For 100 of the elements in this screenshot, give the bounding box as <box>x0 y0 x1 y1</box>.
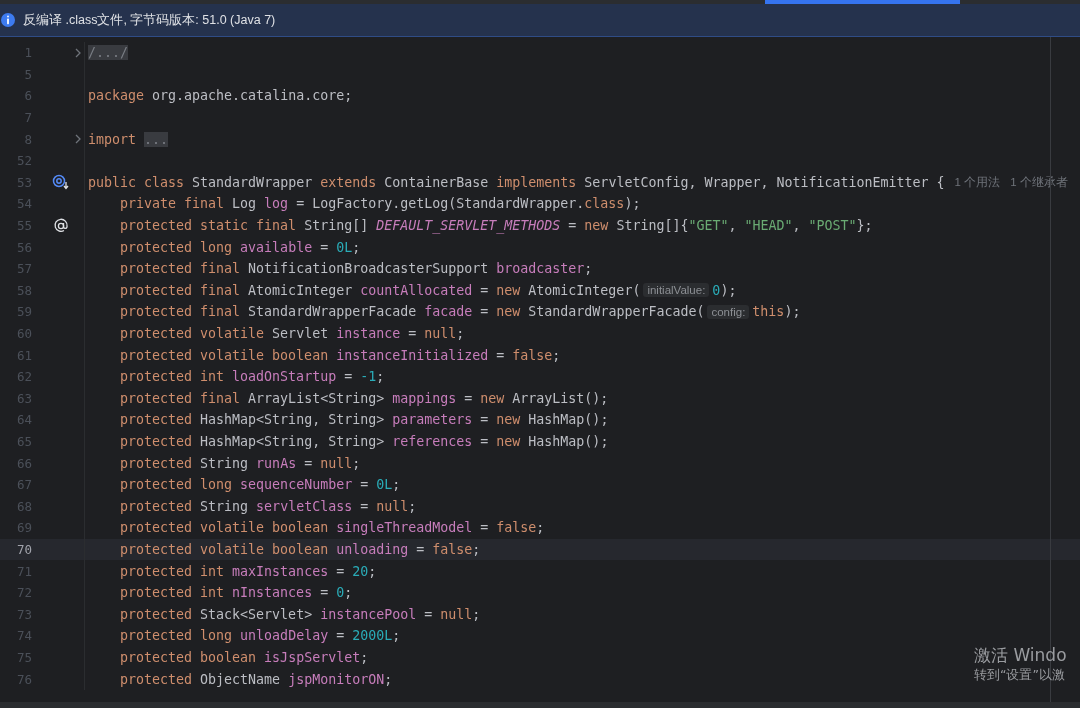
code-field: jspMonitorON <box>288 671 385 687</box>
code-text: = <box>407 326 418 341</box>
code-text: NotificationBroadcasterSupport <box>248 261 490 277</box>
code-keyword: null <box>376 498 409 514</box>
code-text: = <box>359 477 370 493</box>
code-number: -1 <box>360 369 377 385</box>
code-keyword: protected volatile boolean <box>120 347 330 363</box>
code-text: ArrayList<String> <box>248 390 386 406</box>
code-text: = <box>495 347 506 363</box>
at-sign-icon[interactable] <box>53 217 69 234</box>
code-keyword: protected long <box>120 239 234 255</box>
code-string: "GET" <box>688 218 729 234</box>
code-field: nInstances <box>232 585 313 601</box>
code-text: ; <box>584 261 593 277</box>
info-icon <box>1 13 15 27</box>
code-text: = <box>303 455 314 471</box>
code-keyword: protected boolean <box>120 649 258 665</box>
code-text: = <box>479 434 490 449</box>
code-keyword: protected <box>120 606 194 622</box>
code-text: ObjectName <box>200 671 282 687</box>
code-text: StandardWrapperFacade( <box>528 304 705 320</box>
code-text: ); <box>720 282 737 298</box>
code-text: = LogFactory.getLog(StandardWrapper. <box>295 196 585 212</box>
code-keyword: null <box>320 455 353 471</box>
code-text: = <box>479 282 490 298</box>
code-text: ArrayList(); <box>512 390 609 406</box>
code-text: = <box>319 239 330 255</box>
code-field: loadOnStartup <box>232 369 337 385</box>
folded-region[interactable]: /.../ <box>88 45 129 61</box>
code-field: unloadDelay <box>240 628 329 644</box>
implemented-method-icon[interactable] <box>52 174 70 191</box>
usage-hint[interactable]: 1 个用法 <box>954 174 1001 190</box>
expand-chevron-icon[interactable] <box>74 134 82 145</box>
code-text: StandardWrapperFacade <box>248 304 418 320</box>
code-keyword: protected int <box>120 585 226 601</box>
code-text: = <box>359 498 370 514</box>
code-text: Servlet <box>272 326 330 341</box>
code-text: ; <box>536 520 545 536</box>
code-keyword: protected final <box>120 282 242 298</box>
code-text: Stack<Servlet> <box>200 606 314 622</box>
code-keyword: protected volatile <box>120 326 266 341</box>
parameter-hint: config: <box>707 304 750 319</box>
code-number: 0 <box>712 282 721 298</box>
code-field: runAs <box>256 455 297 471</box>
code-keyword: implements <box>496 174 578 190</box>
code-field: instancePool <box>320 606 417 622</box>
code-number: 0L <box>336 239 353 255</box>
code-text: HashMap(); <box>528 434 609 449</box>
code-keyword: protected long <box>120 477 234 493</box>
code-text: = <box>479 412 490 428</box>
code-keyword: false <box>512 347 553 363</box>
code-field: servletClass <box>256 498 353 514</box>
code-text: ; <box>392 477 401 493</box>
code-text: ; <box>352 239 361 255</box>
code-text: ServletConfig, Wrapper, NotificationEmitter { <box>584 174 945 190</box>
code-text: = <box>319 585 330 601</box>
code-constant: DEFAULT_SERVLET_METHODS <box>376 218 561 234</box>
code-field: broadcaster <box>496 261 585 277</box>
code-text: }; <box>856 218 873 234</box>
code-text: ; <box>384 671 393 687</box>
code-text: = <box>479 304 490 320</box>
code-text: = <box>423 606 434 622</box>
code-field: unloading <box>336 541 409 557</box>
code-text: org.apache.catalina.core; <box>152 88 353 104</box>
code-text: ; <box>368 563 377 579</box>
code-text: HashMap<String, String> <box>200 412 386 428</box>
code-keyword: class <box>584 196 625 212</box>
code-field: mappings <box>392 390 457 406</box>
code-keyword: protected long <box>120 628 234 644</box>
code-number: 0L <box>376 477 393 493</box>
code-text: Log <box>232 196 258 212</box>
code-field: maxInstances <box>232 563 329 579</box>
code-field: facade <box>424 304 473 320</box>
code-keyword: new <box>584 218 610 234</box>
code-text: = <box>335 628 346 644</box>
code-number: 20 <box>352 563 369 579</box>
code-text: ; <box>472 606 481 622</box>
expand-chevron-icon[interactable] <box>74 47 82 58</box>
folded-region[interactable]: ... <box>144 131 169 147</box>
code-text: ; <box>352 455 361 471</box>
code-keyword: new <box>496 412 522 428</box>
code-text: String <box>200 498 250 514</box>
code-text: = <box>567 218 578 234</box>
code-keyword: new <box>480 390 506 406</box>
code-field: instance <box>336 326 401 341</box>
code-keyword: private final <box>120 196 226 212</box>
code-keyword: protected <box>120 455 194 471</box>
code-text: String[]{ <box>616 218 689 234</box>
code-number: 0 <box>336 585 345 601</box>
code-text: = <box>463 390 474 406</box>
code-string: "POST" <box>808 218 857 234</box>
code-keyword: import <box>88 131 138 147</box>
code-text: ; <box>408 498 417 514</box>
code-field: parameters <box>392 412 473 428</box>
code-field: singleThreadModel <box>336 520 473 536</box>
code-text: , <box>728 218 738 234</box>
code-text: = <box>335 563 346 579</box>
line-number: 70 <box>15 541 32 557</box>
code-keyword: extends <box>320 174 378 190</box>
code-keyword: protected <box>120 498 194 514</box>
